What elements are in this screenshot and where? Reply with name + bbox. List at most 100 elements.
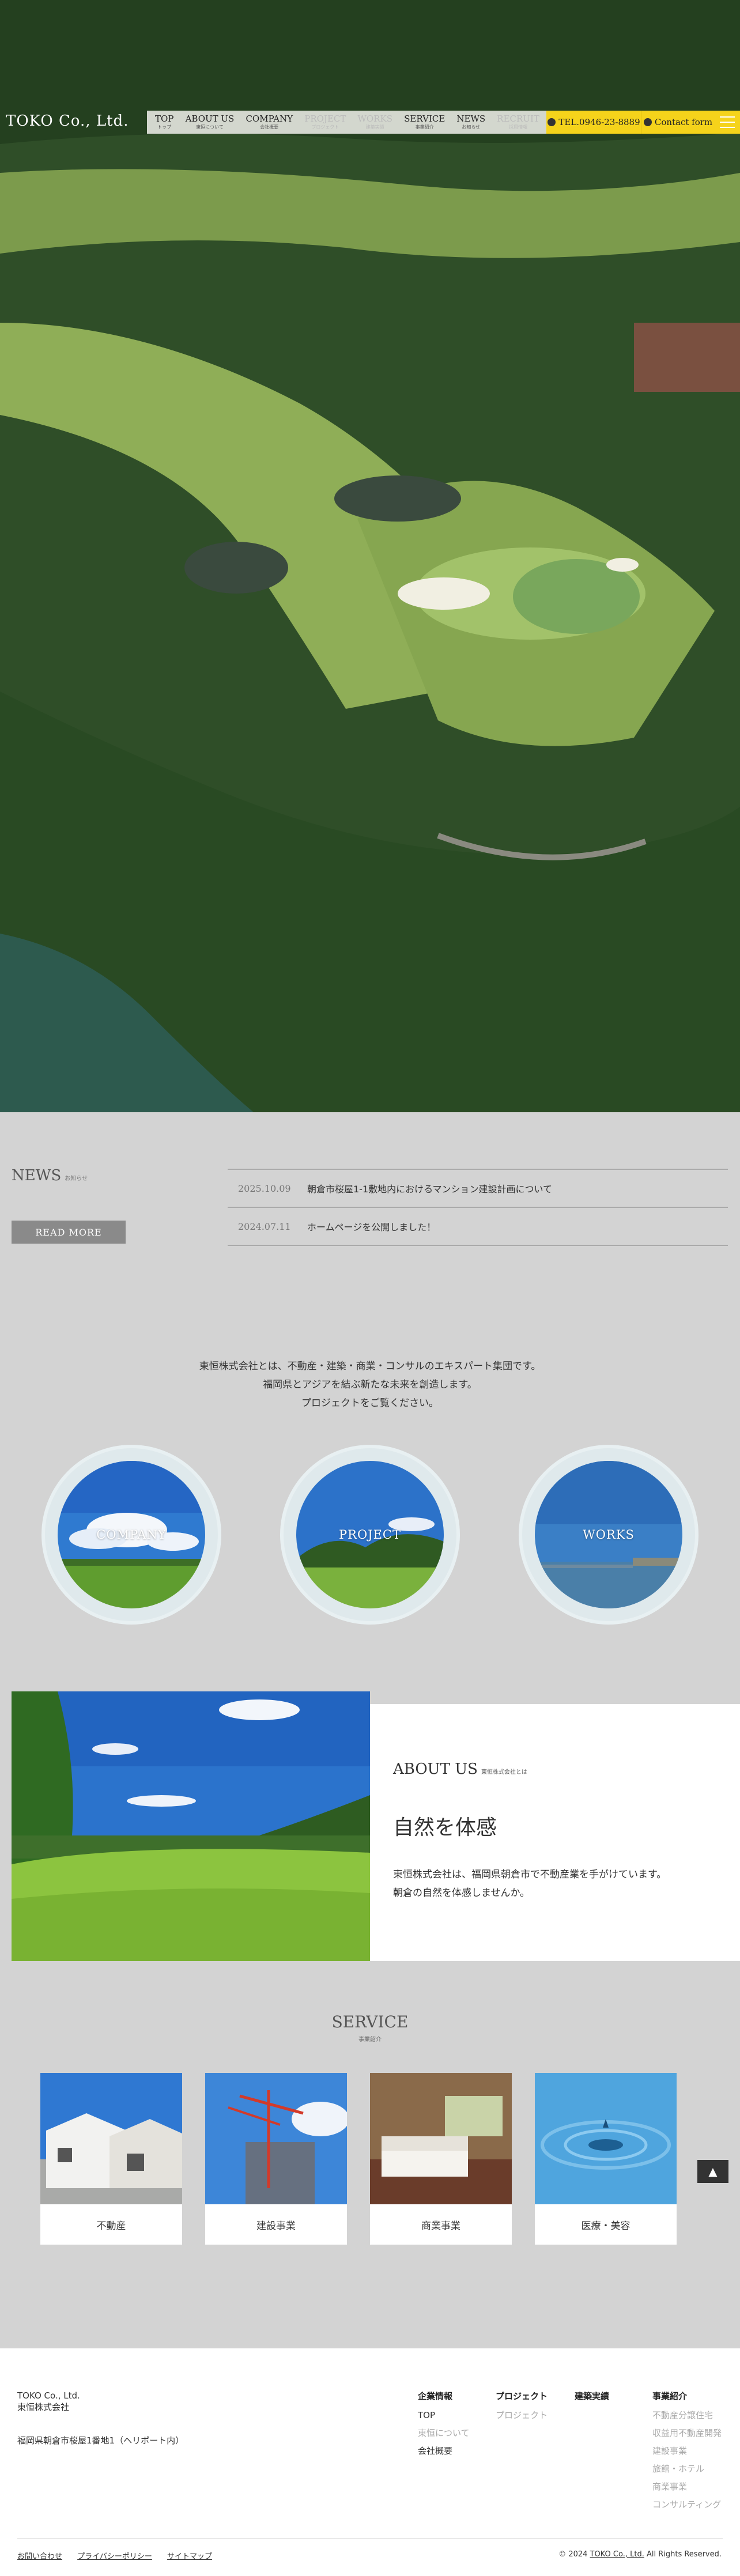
footer-address: 福岡県朝倉市桜屋1番地1（ヘリポート内）: [17, 2435, 184, 2446]
footer-col-heading[interactable]: 企業情報: [418, 2390, 470, 2402]
circle-label: PROJECT: [339, 1528, 401, 1542]
main-nav: TOP トップ ABOUT US 東恒について COMPANY 会社概要 PROJEC…: [147, 111, 548, 134]
intro-line: 東恒株式会社とは、不動産・建築・商業・コンサルのエキスパート集団です。: [199, 1361, 541, 1372]
footer-link-about[interactable]: 東恒について: [418, 2424, 470, 2442]
footer-link-service[interactable]: 商業事業: [652, 2478, 722, 2496]
tel-button[interactable]: TEL.0946-23-8889: [546, 111, 641, 134]
nav-item-about[interactable]: ABOUT US 東恒について: [186, 115, 235, 130]
news-heading: NEWS お知らせ: [12, 1167, 88, 1184]
nav-item-service[interactable]: SERVICE 事業紹介: [404, 115, 445, 130]
footer-col-heading[interactable]: 建築実績: [575, 2390, 609, 2402]
news-title: NEWS: [12, 1167, 62, 1184]
service-card-medical[interactable]: 医療・美容: [535, 2073, 677, 2245]
nav-sublabel: 東恒について: [196, 124, 224, 130]
project-circle-link[interactable]: PROJECT: [284, 1448, 456, 1621]
about-line: 東恒株式会社は、福岡県朝倉市で不動産業を手がけています。: [393, 1869, 667, 1880]
news-date: 2025.10.09: [238, 1183, 291, 1194]
service-card-commercial[interactable]: 商業事業: [370, 2073, 512, 2245]
read-more-button[interactable]: READ MORE: [12, 1221, 126, 1244]
copyright: © 2024 TOKO Co., Ltd. All Rights Reserve…: [558, 2550, 722, 2559]
back-to-top-button[interactable]: ▲: [697, 2160, 728, 2183]
nav-sublabel: プロジェクト: [311, 124, 339, 130]
intro-text: 東恒株式会社とは、不動産・建築・商業・コンサルのエキスパート集団です。 福岡県と…: [0, 1357, 740, 1412]
news-list: 2025.10.09 朝倉市桜屋1-1敷地内におけるマンション建設計画について 2…: [228, 1169, 728, 1246]
about-body: 東恒株式会社は、福岡県朝倉市で不動産業を手がけています。 朝倉の自然を体感しませ…: [393, 1865, 666, 1902]
footer-link-contact[interactable]: お問い合わせ: [17, 2552, 62, 2561]
nav-label: COMPANY: [246, 114, 293, 124]
nav-item-company[interactable]: COMPANY 会社概要: [246, 115, 293, 130]
site-logo[interactable]: TOKO Co., Ltd.: [6, 112, 129, 130]
news-text: 朝倉市桜屋1-1敷地内におけるマンション建設計画について: [307, 1184, 553, 1195]
nav-label: RECRUIT: [497, 114, 539, 124]
service-card-construction[interactable]: 建設事業: [205, 2073, 347, 2245]
footer-link-privacy[interactable]: プライバシーポリシー: [77, 2552, 152, 2561]
about-subtitle: 東恒株式会社とは: [481, 1769, 527, 1776]
footer-col-heading[interactable]: プロジェクト: [496, 2390, 548, 2402]
news-date: 2024.07.11: [238, 1221, 291, 1232]
intro-line: 福岡県とアジアを結ぶ新たな未来を創造します。: [263, 1379, 477, 1391]
realestate-image: [40, 2073, 182, 2204]
about-heading: ABOUT US 東恒株式会社とは: [393, 1761, 527, 1778]
nav-sublabel: 採用情報: [509, 124, 528, 130]
footer-link-service[interactable]: コンサルティング: [652, 2496, 722, 2514]
nav-item-works[interactable]: WORKS 建築実績: [358, 115, 393, 130]
copyright-pre: © 2024: [558, 2550, 590, 2559]
footer-col-heading[interactable]: 事業紹介: [652, 2390, 722, 2402]
service-subtitle: 事業紹介: [358, 2037, 382, 2043]
about-title: ABOUT US: [393, 1761, 478, 1778]
contact-form-button[interactable]: Contact form: [641, 111, 715, 134]
nav-sublabel: 事業紹介: [415, 124, 434, 130]
hamburger-menu-icon[interactable]: [715, 111, 740, 134]
service-title: SERVICE: [331, 2012, 409, 2031]
news-item[interactable]: 2024.07.11 ホームページを公開しました！: [228, 1208, 728, 1246]
footer-link-company[interactable]: 会社概要: [418, 2442, 470, 2460]
footer-link-service[interactable]: 収益用不動産開発: [652, 2424, 722, 2442]
news-item[interactable]: 2025.10.09 朝倉市桜屋1-1敷地内におけるマンション建設計画について: [228, 1170, 728, 1208]
phone-icon: [548, 118, 556, 126]
nav-label: PROJECT: [304, 114, 346, 124]
service-card-label: 商業事業: [421, 2220, 460, 2232]
construction-image: [205, 2073, 347, 2204]
footer-link-sitemap[interactable]: サイトマップ: [167, 2552, 212, 2561]
commercial-image: [370, 2073, 512, 2204]
footer-col-service: 事業紹介 不動産分譲住宅 収益用不動産開発 建設事業 旅館・ホテル 商業事業 コ…: [652, 2390, 722, 2514]
nav-item-top[interactable]: TOP トップ: [155, 115, 173, 130]
nav-label: TOP: [155, 114, 174, 124]
tel-label: TEL.0946-23-8889: [558, 117, 640, 127]
footer-company: TOKO Co., Ltd. 東恒株式会社: [17, 2390, 80, 2413]
footer-link-top[interactable]: TOP: [418, 2407, 470, 2424]
about-catchphrase: 自然を体感: [393, 1816, 497, 1840]
works-circle-link[interactable]: WORKS: [522, 1448, 695, 1621]
company-circle-link[interactable]: COMPANY: [45, 1448, 218, 1621]
footer-col-corporate: 企業情報 TOP 東恒について 会社概要: [418, 2390, 470, 2460]
nav-sublabel: 建築実績: [365, 124, 384, 130]
about-panel: ABOUT US 東恒株式会社とは 自然を体感 東恒株式会社は、福岡県朝倉市で不動…: [370, 1704, 740, 1961]
nav-item-news[interactable]: NEWS お知らせ: [456, 115, 485, 130]
site-footer: TOKO Co., Ltd. 東恒株式会社 福岡県朝倉市桜屋1番地1（ヘリポート…: [0, 2348, 740, 2576]
nav-sublabel: 会社概要: [260, 124, 279, 130]
service-card-label: 建設事業: [256, 2220, 296, 2232]
medical-image: [535, 2073, 677, 2204]
intro-line: プロジェクトをご覧ください。: [301, 1397, 439, 1409]
footer-company-en: TOKO Co., Ltd.: [17, 2390, 80, 2401]
contact-label: Contact form: [654, 117, 713, 127]
mail-icon: [643, 118, 652, 126]
nav-sublabel: お知らせ: [462, 124, 481, 130]
service-card-label: 医療・美容: [581, 2220, 630, 2232]
nav-item-project[interactable]: PROJECT プロジェクト: [304, 115, 346, 130]
copyright-link[interactable]: TOKO Co., Ltd.: [590, 2550, 644, 2559]
service-card-label: 不動産: [96, 2220, 126, 2232]
footer-link-project[interactable]: プロジェクト: [496, 2407, 548, 2424]
nav-label: SERVICE: [404, 114, 445, 124]
nav-sublabel: トップ: [157, 124, 172, 130]
copyright-post: All Rights Reserved.: [644, 2550, 722, 2559]
footer-link-service[interactable]: 不動産分譲住宅: [652, 2407, 722, 2424]
nav-item-recruit[interactable]: RECRUIT 採用情報: [497, 115, 539, 130]
about-image: [12, 1691, 370, 1961]
footer-link-service[interactable]: 建設事業: [652, 2442, 722, 2460]
service-card-realestate[interactable]: 不動産: [40, 2073, 182, 2245]
nav-label: ABOUT US: [185, 114, 235, 124]
footer-link-service[interactable]: 旅館・ホテル: [652, 2460, 722, 2478]
circle-label: WORKS: [583, 1528, 635, 1542]
news-text: ホームページを公開しました！: [307, 1222, 436, 1233]
